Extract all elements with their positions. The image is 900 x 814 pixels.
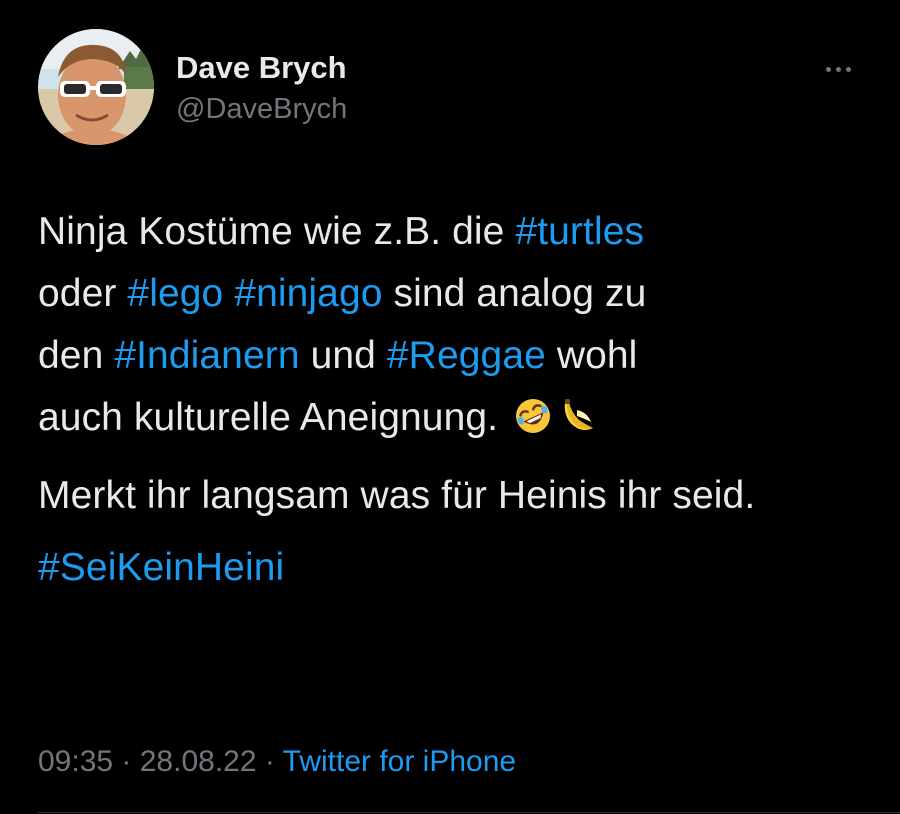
hashtag-turtles[interactable]: #turtles (515, 210, 644, 253)
author-handle[interactable]: @DaveBrych (176, 93, 347, 126)
tweet-text-segment (223, 272, 234, 315)
hashtag-indianern[interactable]: #Indianern (114, 334, 299, 377)
avatar-photo-icon (38, 29, 154, 145)
tweet-meta: 09:35 · 28.08.22 · Twitter for iPhone (38, 745, 516, 779)
tweet-paragraph-1: Ninja Kostüme wie z.B. die #turtles oder… (38, 201, 868, 455)
tweet-text-segment: sind analog zu (382, 272, 647, 315)
author-name[interactable]: Dave Brych (176, 50, 347, 86)
tweet-text-segment: auch kulturelle Aneignung. (38, 396, 499, 439)
more-dots-icon (845, 66, 851, 72)
tweet-text-segment: wohl (545, 334, 638, 377)
hashtag-reggae[interactable]: #Reggae (387, 334, 546, 377)
tweet-text-segment: und (299, 334, 387, 377)
hashtag-lego[interactable]: #lego (127, 272, 223, 315)
hashtag-seikeinheini[interactable]: #SeiKeinHeini (38, 546, 284, 589)
more-options-button[interactable] (816, 54, 860, 84)
banana-emoji-icon (557, 393, 597, 455)
tweet-date[interactable]: 28.08.22 (140, 745, 257, 778)
tweet-paragraph-2: Merkt ihr langsam was für Heinis ihr sei… (38, 474, 756, 517)
more-dots-icon (835, 66, 841, 72)
more-dots-icon (825, 66, 831, 72)
tweet-time[interactable]: 09:35 (38, 745, 113, 778)
tweet-paragraph-3: #SeiKeinHeini (38, 537, 868, 599)
meta-separator: · (256, 745, 283, 778)
tweet-text-segment: oder (38, 272, 128, 315)
tweet-text-segment: Ninja Kostüme wie z.B. die (38, 210, 516, 253)
hashtag-ninjago[interactable]: #ninjago (234, 272, 382, 315)
rolling-on-floor-laughing-emoji-icon (513, 393, 553, 455)
author-avatar[interactable] (38, 29, 154, 145)
tweet-text: Ninja Kostüme wie z.B. die #turtles oder… (38, 201, 868, 599)
tweet-text-segment: den (38, 334, 115, 377)
tweet-source-link[interactable]: Twitter for iPhone (283, 745, 516, 778)
meta-separator: · (113, 745, 140, 778)
divider (38, 812, 900, 813)
